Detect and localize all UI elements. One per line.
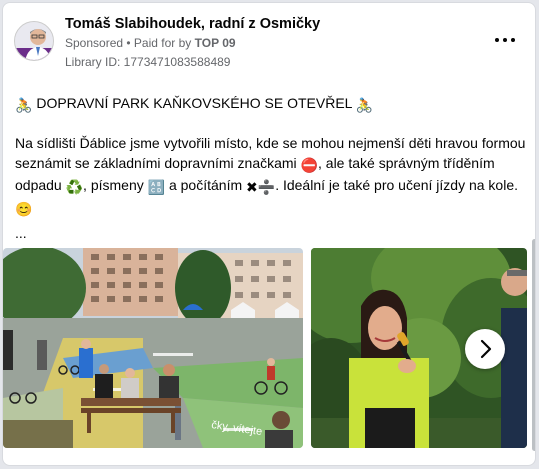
more-horizontal-icon bbox=[495, 38, 499, 42]
ad-card: Tomáš Slabihoudek, radní z Osmičky Spons… bbox=[2, 2, 536, 466]
divide-icon: ➗ bbox=[257, 179, 276, 195]
author-avatar[interactable] bbox=[14, 21, 54, 61]
sponsored-line: Sponsored • Paid for by TOP 09 bbox=[65, 36, 236, 50]
recycle-icon: ♻️ bbox=[65, 179, 84, 195]
image-carousel[interactable]: čky, vítejte bbox=[3, 248, 535, 448]
library-id: Library ID: 1773471083588489 bbox=[65, 55, 231, 69]
no-entry-icon: ⛔ bbox=[300, 157, 318, 173]
bike-icon: 🚴 bbox=[355, 97, 374, 113]
multiply-icon: ✖ bbox=[246, 179, 258, 195]
bike-icon: 🚴 bbox=[15, 97, 33, 113]
post-text: 🚴 DOPRAVNÍ PARK KAŇKOVSKÉHO SE OTEVŘEL 🚴… bbox=[15, 93, 527, 243]
carousel-photo-traffic-park[interactable]: čky, vítejte bbox=[3, 248, 303, 448]
carousel-next-button[interactable] bbox=[465, 329, 505, 369]
author-name[interactable]: Tomáš Slabihoudek, radní z Osmičky bbox=[65, 16, 320, 32]
more-dot bbox=[503, 38, 507, 42]
smile-icon: 😊 bbox=[15, 201, 33, 217]
post-body: Na sídlišti Ďáblice jsme vytvořili místo… bbox=[15, 133, 527, 219]
body-part: a počítáním bbox=[168, 177, 243, 193]
more-dot bbox=[511, 38, 515, 42]
body-part: . Ideální je také pro učení jízdy na kol… bbox=[275, 177, 518, 193]
post-headline: 🚴 DOPRAVNÍ PARK KAŇKOVSKÉHO SE OTEVŘEL 🚴 bbox=[15, 93, 527, 115]
more-options-button[interactable] bbox=[493, 33, 517, 47]
paid-for-by-label: • Paid for by bbox=[126, 36, 192, 50]
scrollbar-thumb[interactable] bbox=[532, 239, 535, 451]
letters-icon: 🔠 bbox=[147, 179, 166, 195]
chevron-right-icon bbox=[480, 339, 492, 359]
sponsored-label: Sponsored bbox=[65, 36, 124, 50]
body-part: , písmeny bbox=[83, 177, 144, 193]
headline-text: DOPRAVNÍ PARK KAŇKOVSKÉHO SE OTEVŘEL bbox=[36, 95, 352, 111]
payer-name[interactable]: TOP 09 bbox=[195, 36, 236, 50]
see-more-ellipsis[interactable]: ... bbox=[15, 223, 527, 243]
scrollbar[interactable] bbox=[532, 239, 535, 459]
